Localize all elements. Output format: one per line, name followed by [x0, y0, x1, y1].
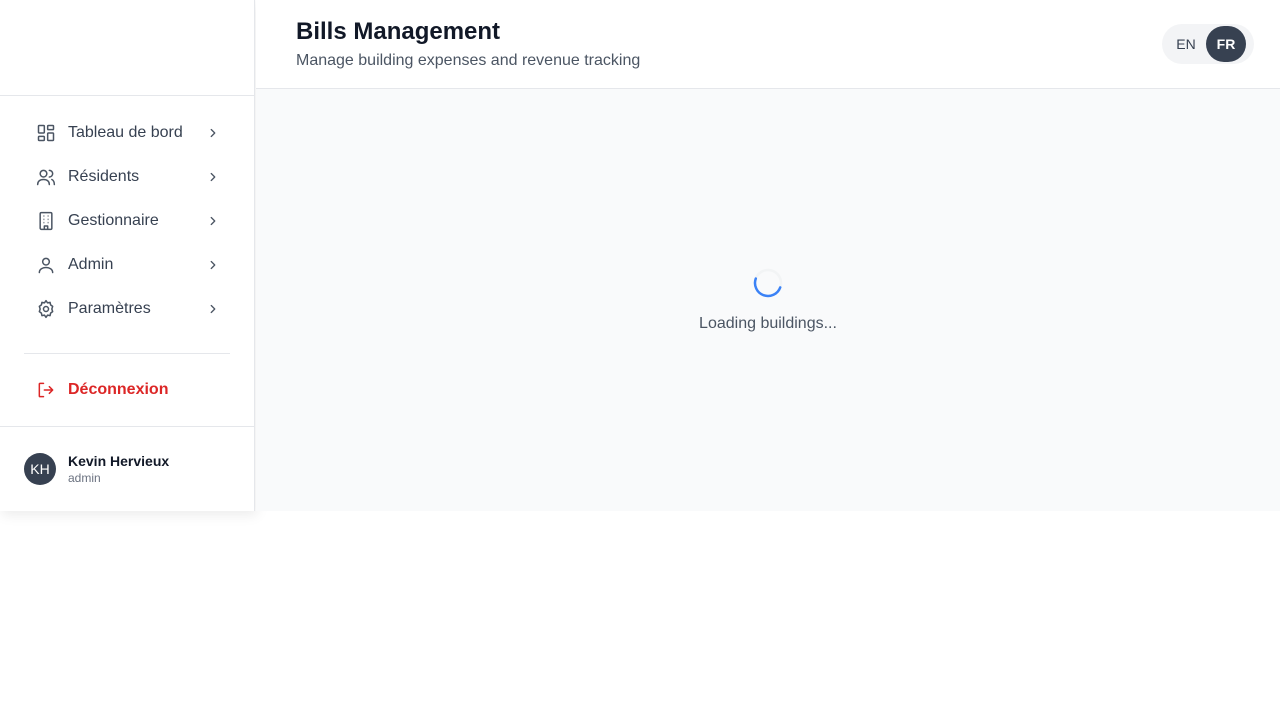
sidebar-item-residents[interactable]: Résidents: [24, 155, 230, 199]
sidebar-item-dashboard[interactable]: Tableau de bord: [24, 111, 230, 155]
sidebar: Tableau de bord Résidents Gestionnaire A…: [0, 0, 255, 511]
sidebar-item-label: Résidents: [68, 168, 140, 185]
sidebar-item-label: Gestionnaire: [68, 212, 159, 229]
sidebar-item-label: Admin: [68, 256, 114, 273]
loading-text: Loading buildings...: [699, 315, 837, 332]
sidebar-item-label: Paramètres: [68, 300, 151, 317]
chevron-right-icon: [206, 258, 220, 272]
language-switcher: EN FR: [1162, 24, 1254, 64]
chevron-right-icon: [206, 126, 220, 140]
sidebar-nav: Tableau de bord Résidents Gestionnaire A…: [0, 96, 254, 331]
sidebar-item-admin[interactable]: Admin: [24, 243, 230, 287]
page-header: Bills Management Manage building expense…: [256, 0, 1280, 89]
sidebar-divider: [24, 353, 230, 354]
chevron-right-icon: [206, 302, 220, 316]
sidebar-item-manager[interactable]: Gestionnaire: [24, 199, 230, 243]
logout-button[interactable]: Déconnexion: [24, 368, 230, 412]
gear-icon: [36, 299, 56, 319]
chevron-right-icon: [206, 214, 220, 228]
chevron-right-icon: [206, 170, 220, 184]
sidebar-logo-area: [0, 0, 254, 96]
logout-icon: [36, 380, 56, 400]
language-option-fr[interactable]: FR: [1206, 26, 1246, 62]
avatar: KH: [24, 453, 56, 485]
main-content: Loading buildings...: [256, 89, 1280, 511]
user-role: admin: [68, 471, 101, 485]
building-icon: [36, 211, 56, 231]
loading-spinner-icon: [752, 267, 784, 299]
users-icon: [36, 167, 56, 187]
user-name: Kevin Hervieux: [68, 453, 170, 469]
sidebar-item-settings[interactable]: Paramètres: [24, 287, 230, 331]
user-profile[interactable]: KH Kevin Hervieux admin: [0, 426, 255, 511]
page-subtitle: Manage building expenses and revenue tra…: [296, 52, 641, 69]
sidebar-item-label: Tableau de bord: [68, 124, 183, 141]
dashboard-icon: [36, 123, 56, 143]
language-option-en[interactable]: EN: [1166, 26, 1206, 62]
user-icon: [36, 255, 56, 275]
user-info: Kevin Hervieux admin: [68, 453, 169, 485]
page-title: Bills Management: [296, 18, 501, 45]
logout-label: Déconnexion: [68, 381, 169, 398]
